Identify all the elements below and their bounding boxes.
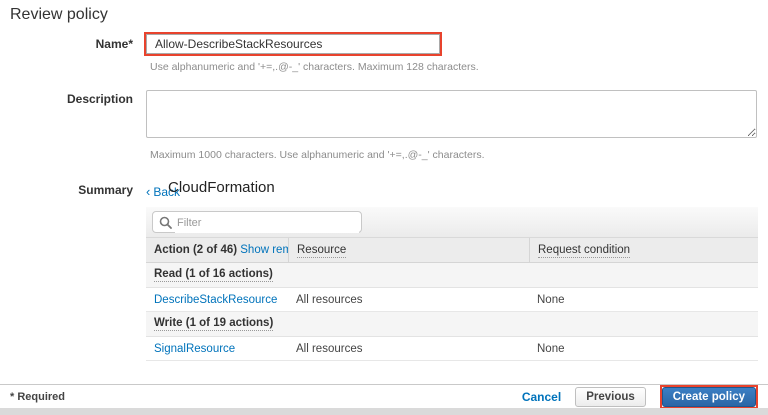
resource-cell: All resources	[288, 343, 529, 355]
request-condition-column-header: Request condition	[529, 238, 758, 263]
write-section-label: Write (1 of 19 actions)	[154, 317, 273, 331]
table-section-write: Write (1 of 19 actions)	[146, 312, 758, 337]
action-link-signal-resource[interactable]: SignalResource	[154, 343, 235, 355]
cancel-link[interactable]: Cancel	[522, 390, 561, 404]
description-label: Description	[0, 92, 133, 106]
table-header-row: Action (2 of 46) Show remaining 44 Resou…	[146, 237, 758, 263]
page-title: Review policy	[10, 6, 108, 24]
table-row-signal-resource: SignalResource All resources None	[146, 337, 758, 361]
name-label: Name*	[0, 37, 133, 51]
footer-bar: * Required Cancel Previous Create policy	[0, 384, 768, 408]
resource-column-header: Resource	[288, 238, 529, 263]
review-policy-page: Review policy Name* Use alphanumeric and…	[0, 0, 768, 415]
table-row-describe-stack-resource: DescribeStackResource All resources None	[146, 288, 758, 312]
summary-panel: Action (2 of 46) Show remaining 44 Resou…	[146, 207, 758, 361]
table-section-read: Read (1 of 16 actions)	[146, 263, 758, 288]
policy-name-input[interactable]	[146, 34, 440, 54]
filter-input-wrap[interactable]	[152, 211, 362, 233]
action-link-describe-stack-resource[interactable]: DescribeStackResource	[154, 294, 277, 306]
back-chevron-icon: ‹	[146, 184, 150, 199]
filter-bar	[146, 207, 758, 237]
previous-button[interactable]: Previous	[575, 387, 646, 407]
filter-input[interactable]	[175, 213, 359, 233]
action-count-label: Action (2 of 46)	[154, 244, 237, 256]
summary-service-title: CloudFormation	[168, 179, 275, 196]
required-note: * Required	[10, 391, 65, 403]
summary-label: Summary	[0, 183, 133, 197]
condition-cell: None	[529, 294, 758, 306]
description-textarea[interactable]	[146, 90, 757, 138]
read-section-label: Read (1 of 16 actions)	[154, 268, 273, 282]
description-help-text: Maximum 1000 characters. Use alphanumeri…	[150, 149, 484, 161]
create-policy-highlight-box: Create policy	[660, 385, 758, 409]
name-highlight-box	[144, 32, 442, 56]
footer-actions: Cancel Previous Create policy	[522, 385, 758, 409]
resource-cell: All resources	[288, 294, 529, 306]
condition-cell: None	[529, 343, 758, 355]
create-policy-button[interactable]: Create policy	[662, 387, 756, 407]
show-remaining-link[interactable]: Show remaining 44	[240, 244, 288, 256]
name-help-text: Use alphanumeric and '+=,.@-_' character…	[150, 61, 479, 73]
action-column-header: Action (2 of 46) Show remaining 44	[146, 238, 288, 263]
bottom-strip	[0, 408, 768, 415]
